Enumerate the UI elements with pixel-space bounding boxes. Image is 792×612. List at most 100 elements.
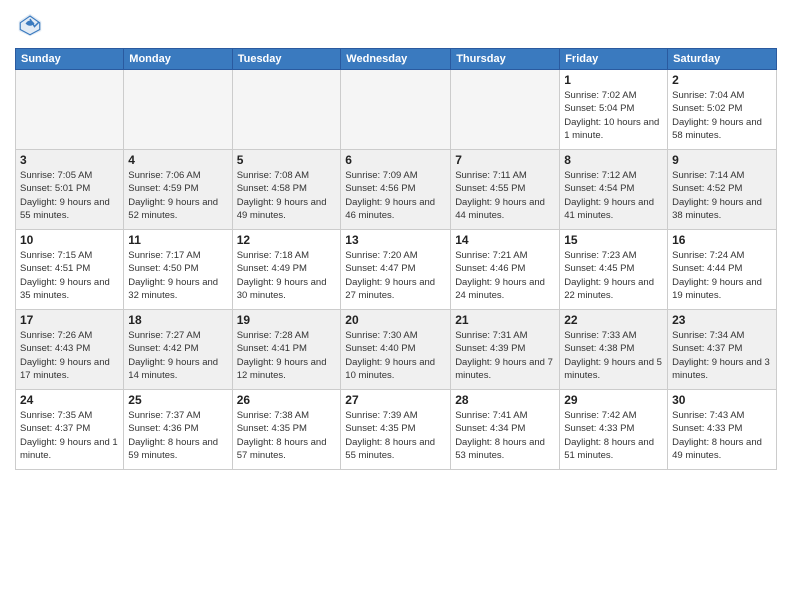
day-number: 28 bbox=[455, 393, 555, 407]
weekday-header: Tuesday bbox=[232, 49, 341, 70]
calendar-day-cell: 14 Sunrise: 7:21 AM Sunset: 4:46 PM Dayli… bbox=[451, 230, 560, 310]
calendar-day-cell: 9Sunrise: 7:14 AM Sunset: 4:52 PM Daylig… bbox=[668, 150, 777, 230]
calendar-day-cell bbox=[341, 70, 451, 150]
day-number: 12 bbox=[237, 233, 337, 247]
day-info: Sunrise: 7:34 AM Sunset: 4:37 PM Dayligh… bbox=[672, 329, 772, 382]
calendar-day-cell: 13 Sunrise: 7:20 AM Sunset: 4:47 PM Dayli… bbox=[341, 230, 451, 310]
day-info: Sunrise: 7:35 AM Sunset: 4:37 PM Dayligh… bbox=[20, 409, 119, 462]
day-number: 5 bbox=[237, 153, 337, 167]
day-info: Sunrise: 7:21 AM Sunset: 4:46 PM Dayligh… bbox=[455, 249, 555, 302]
calendar-day-cell: 8 Sunrise: 7:12 AM Sunset: 4:54 PM Daylig… bbox=[560, 150, 668, 230]
day-number: 15 bbox=[564, 233, 663, 247]
calendar-day-cell: 4 Sunrise: 7:06 AM Sunset: 4:59 PM Daylig… bbox=[124, 150, 232, 230]
calendar-day-cell bbox=[232, 70, 341, 150]
day-info: Sunrise: 7:17 AM Sunset: 4:50 PM Dayligh… bbox=[128, 249, 227, 302]
calendar-week-row: 17 Sunrise: 7:26 AM Sunset: 4:43 PM Dayli… bbox=[16, 310, 777, 390]
day-number: 29 bbox=[564, 393, 663, 407]
day-info: Sunrise: 7:39 AM Sunset: 4:35 PM Dayligh… bbox=[345, 409, 446, 462]
logo-icon bbox=[15, 10, 45, 40]
calendar-week-row: 10 Sunrise: 7:15 AM Sunset: 4:51 PM Dayli… bbox=[16, 230, 777, 310]
day-info: Sunrise: 7:38 AM Sunset: 4:35 PM Dayligh… bbox=[237, 409, 337, 462]
calendar-day-cell: 30Sunrise: 7:43 AM Sunset: 4:33 PM Dayli… bbox=[668, 390, 777, 470]
day-number: 3 bbox=[20, 153, 119, 167]
calendar-day-cell bbox=[451, 70, 560, 150]
day-number: 14 bbox=[455, 233, 555, 247]
calendar-day-cell: 24Sunrise: 7:35 AM Sunset: 4:37 PM Dayli… bbox=[16, 390, 124, 470]
day-info: Sunrise: 7:11 AM Sunset: 4:55 PM Dayligh… bbox=[455, 169, 555, 222]
day-info: Sunrise: 7:14 AM Sunset: 4:52 PM Dayligh… bbox=[672, 169, 772, 222]
calendar-day-cell: 3 Sunrise: 7:05 AM Sunset: 5:01 PM Daylig… bbox=[16, 150, 124, 230]
day-info: Sunrise: 7:18 AM Sunset: 4:49 PM Dayligh… bbox=[237, 249, 337, 302]
logo bbox=[15, 10, 49, 40]
day-info: Sunrise: 7:37 AM Sunset: 4:36 PM Dayligh… bbox=[128, 409, 227, 462]
day-info: Sunrise: 7:30 AM Sunset: 4:40 PM Dayligh… bbox=[345, 329, 446, 382]
calendar-day-cell: 11Sunrise: 7:17 AM Sunset: 4:50 PM Dayli… bbox=[124, 230, 232, 310]
day-info: Sunrise: 7:15 AM Sunset: 4:51 PM Dayligh… bbox=[20, 249, 119, 302]
calendar-day-cell: 16 Sunrise: 7:24 AM Sunset: 4:44 PM Dayli… bbox=[668, 230, 777, 310]
day-number: 8 bbox=[564, 153, 663, 167]
calendar-day-cell: 12 Sunrise: 7:18 AM Sunset: 4:49 PM Dayli… bbox=[232, 230, 341, 310]
day-number: 6 bbox=[345, 153, 446, 167]
day-info: Sunrise: 7:20 AM Sunset: 4:47 PM Dayligh… bbox=[345, 249, 446, 302]
day-number: 10 bbox=[20, 233, 119, 247]
calendar-day-cell: 18 Sunrise: 7:27 AM Sunset: 4:42 PM Dayli… bbox=[124, 310, 232, 390]
day-info: Sunrise: 7:08 AM Sunset: 4:58 PM Dayligh… bbox=[237, 169, 337, 222]
calendar-week-row: 1 Sunrise: 7:02 AM Sunset: 5:04 PM Daylig… bbox=[16, 70, 777, 150]
day-info: Sunrise: 7:02 AM Sunset: 5:04 PM Dayligh… bbox=[564, 89, 663, 142]
calendar-day-cell: 21Sunrise: 7:31 AM Sunset: 4:39 PM Dayli… bbox=[451, 310, 560, 390]
day-info: Sunrise: 7:09 AM Sunset: 4:56 PM Dayligh… bbox=[345, 169, 446, 222]
calendar-week-row: 3 Sunrise: 7:05 AM Sunset: 5:01 PM Daylig… bbox=[16, 150, 777, 230]
day-number: 1 bbox=[564, 73, 663, 87]
calendar-week-row: 24Sunrise: 7:35 AM Sunset: 4:37 PM Dayli… bbox=[16, 390, 777, 470]
day-number: 23 bbox=[672, 313, 772, 327]
calendar-day-cell bbox=[124, 70, 232, 150]
weekday-header: Monday bbox=[124, 49, 232, 70]
day-info: Sunrise: 7:41 AM Sunset: 4:34 PM Dayligh… bbox=[455, 409, 555, 462]
day-info: Sunrise: 7:24 AM Sunset: 4:44 PM Dayligh… bbox=[672, 249, 772, 302]
calendar-day-cell: 26Sunrise: 7:38 AM Sunset: 4:35 PM Dayli… bbox=[232, 390, 341, 470]
day-info: Sunrise: 7:06 AM Sunset: 4:59 PM Dayligh… bbox=[128, 169, 227, 222]
day-number: 19 bbox=[237, 313, 337, 327]
day-number: 22 bbox=[564, 313, 663, 327]
day-info: Sunrise: 7:12 AM Sunset: 4:54 PM Dayligh… bbox=[564, 169, 663, 222]
calendar-header-row: SundayMondayTuesdayWednesdayThursdayFrid… bbox=[16, 49, 777, 70]
day-number: 17 bbox=[20, 313, 119, 327]
day-number: 13 bbox=[345, 233, 446, 247]
calendar-day-cell: 7 Sunrise: 7:11 AM Sunset: 4:55 PM Daylig… bbox=[451, 150, 560, 230]
day-number: 2 bbox=[672, 73, 772, 87]
day-number: 25 bbox=[128, 393, 227, 407]
day-info: Sunrise: 7:43 AM Sunset: 4:33 PM Dayligh… bbox=[672, 409, 772, 462]
day-number: 4 bbox=[128, 153, 227, 167]
day-info: Sunrise: 7:26 AM Sunset: 4:43 PM Dayligh… bbox=[20, 329, 119, 382]
day-info: Sunrise: 7:33 AM Sunset: 4:38 PM Dayligh… bbox=[564, 329, 663, 382]
calendar-day-cell: 23 Sunrise: 7:34 AM Sunset: 4:37 PM Dayli… bbox=[668, 310, 777, 390]
calendar-day-cell: 6 Sunrise: 7:09 AM Sunset: 4:56 PM Daylig… bbox=[341, 150, 451, 230]
calendar-day-cell: 25 Sunrise: 7:37 AM Sunset: 4:36 PM Dayli… bbox=[124, 390, 232, 470]
calendar-day-cell: 10 Sunrise: 7:15 AM Sunset: 4:51 PM Dayli… bbox=[16, 230, 124, 310]
weekday-header: Friday bbox=[560, 49, 668, 70]
day-info: Sunrise: 7:04 AM Sunset: 5:02 PM Dayligh… bbox=[672, 89, 772, 142]
day-number: 16 bbox=[672, 233, 772, 247]
day-number: 18 bbox=[128, 313, 227, 327]
weekday-header: Saturday bbox=[668, 49, 777, 70]
day-number: 21 bbox=[455, 313, 555, 327]
calendar-day-cell: 29 Sunrise: 7:42 AM Sunset: 4:33 PM Dayli… bbox=[560, 390, 668, 470]
calendar-day-cell: 1 Sunrise: 7:02 AM Sunset: 5:04 PM Daylig… bbox=[560, 70, 668, 150]
day-number: 27 bbox=[345, 393, 446, 407]
header bbox=[15, 10, 777, 40]
weekday-header: Thursday bbox=[451, 49, 560, 70]
weekday-header: Sunday bbox=[16, 49, 124, 70]
day-info: Sunrise: 7:23 AM Sunset: 4:45 PM Dayligh… bbox=[564, 249, 663, 302]
day-number: 7 bbox=[455, 153, 555, 167]
day-info: Sunrise: 7:27 AM Sunset: 4:42 PM Dayligh… bbox=[128, 329, 227, 382]
calendar-day-cell: 2 Sunrise: 7:04 AM Sunset: 5:02 PM Daylig… bbox=[668, 70, 777, 150]
calendar-day-cell: 28 Sunrise: 7:41 AM Sunset: 4:34 PM Dayli… bbox=[451, 390, 560, 470]
calendar-day-cell: 5 Sunrise: 7:08 AM Sunset: 4:58 PM Daylig… bbox=[232, 150, 341, 230]
day-number: 20 bbox=[345, 313, 446, 327]
day-info: Sunrise: 7:05 AM Sunset: 5:01 PM Dayligh… bbox=[20, 169, 119, 222]
calendar-day-cell: 22 Sunrise: 7:33 AM Sunset: 4:38 PM Dayli… bbox=[560, 310, 668, 390]
weekday-header: Wednesday bbox=[341, 49, 451, 70]
calendar-day-cell: 27 Sunrise: 7:39 AM Sunset: 4:35 PM Dayli… bbox=[341, 390, 451, 470]
day-info: Sunrise: 7:28 AM Sunset: 4:41 PM Dayligh… bbox=[237, 329, 337, 382]
day-info: Sunrise: 7:42 AM Sunset: 4:33 PM Dayligh… bbox=[564, 409, 663, 462]
